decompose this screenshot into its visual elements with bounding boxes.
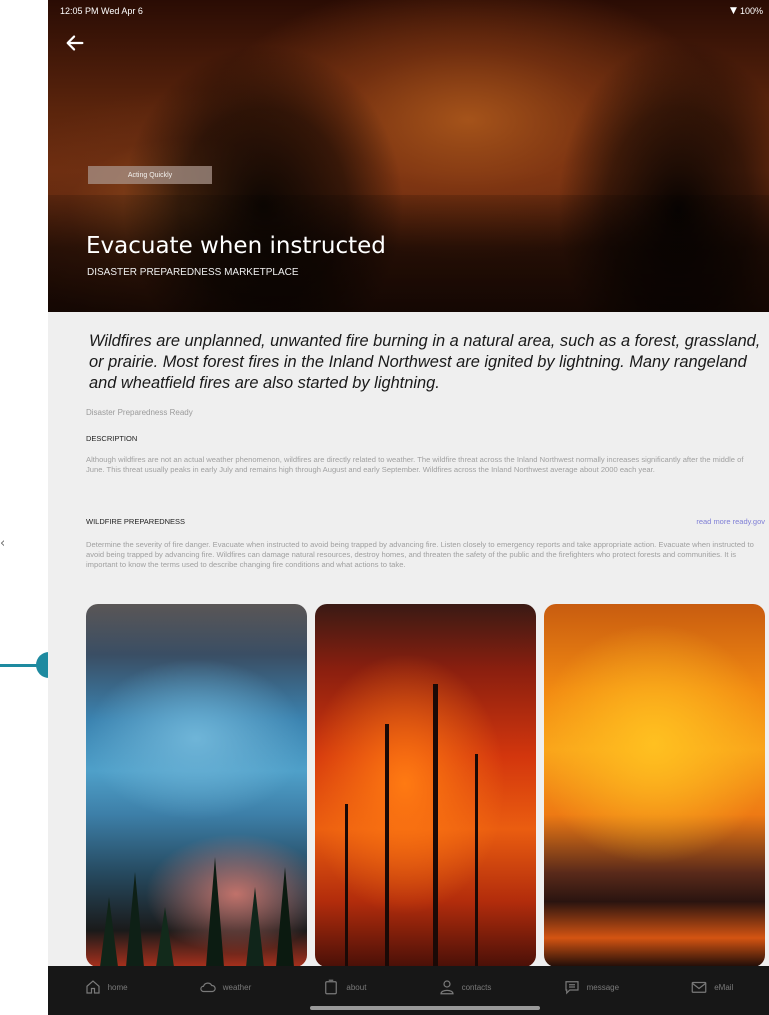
gallery-photo-smoky-forest[interactable] [86, 604, 307, 967]
tab-label: weather [222, 982, 252, 992]
tab-weather[interactable]: weather [199, 978, 251, 996]
preparedness-heading: WILDFIRE PREPAREDNESS [86, 517, 186, 526]
tree-silhouette [100, 897, 118, 967]
page-subtitle: DISASTER PREPAREDNESS MARKETPLACE [87, 267, 299, 278]
tree-silhouette [206, 857, 224, 967]
tab-label: about [346, 982, 367, 992]
tree-silhouette [156, 907, 174, 967]
tab-label: eMail [714, 982, 734, 992]
page-title: Evacuate when instructed [86, 233, 386, 259]
home-icon [85, 980, 100, 994]
person-icon [440, 980, 454, 995]
tab-message[interactable]: message [563, 978, 619, 996]
hero-image: 12:05 PM Wed Apr 6 ▼ 100% Acting Quickly… [48, 0, 769, 312]
gallery-photo-burning-trees[interactable] [315, 604, 536, 967]
tree-silhouette [276, 867, 294, 967]
battery-level: 100% [739, 6, 763, 16]
tab-email[interactable]: eMail [690, 978, 733, 996]
gallery-photo-wildfire-night[interactable] [544, 604, 765, 967]
cloud-icon [200, 982, 216, 993]
status-battery: ▼ 100% [730, 6, 763, 16]
read-more-link[interactable]: read more ready.gov [696, 517, 765, 526]
tree-trunk [345, 804, 348, 967]
clipboard-icon [325, 979, 338, 995]
intro-text: Wildfires are unplanned, unwanted fire b… [89, 332, 761, 392]
home-indicator [310, 1006, 540, 1010]
tab-label: home [107, 982, 128, 992]
tree-silhouette [126, 872, 144, 967]
message-icon [564, 981, 579, 995]
tab-label: contacts [461, 982, 492, 992]
category-badge: Acting Quickly [88, 166, 212, 184]
ipad-screen: 12:05 PM Wed Apr 6 ▼ 100% Acting Quickly… [48, 0, 769, 1015]
tree-silhouette [246, 887, 264, 967]
tab-contacts[interactable]: contacts [438, 978, 492, 996]
tab-about[interactable]: about [322, 978, 366, 996]
arrow-left-icon [66, 35, 84, 51]
description-text: Although wildfires are not an actual wea… [86, 455, 744, 474]
wifi-icon: ▼ [730, 6, 737, 16]
tab-home[interactable]: home [84, 978, 128, 996]
tree-trunk [385, 724, 389, 967]
back-button[interactable] [64, 32, 92, 60]
status-time: 12:05 PM Wed Apr 6 [60, 6, 143, 16]
source-label: Disaster Preparedness Ready [86, 408, 193, 417]
preparedness-text: Determine the severity of fire danger. E… [86, 540, 754, 569]
tab-label: message [586, 982, 620, 992]
description-heading: DESCRIPTION [86, 434, 138, 443]
side-chevron-glyph: ‹ [0, 536, 6, 551]
tree-trunk [433, 684, 438, 967]
mail-icon [691, 981, 707, 993]
tree-trunk [475, 754, 478, 967]
